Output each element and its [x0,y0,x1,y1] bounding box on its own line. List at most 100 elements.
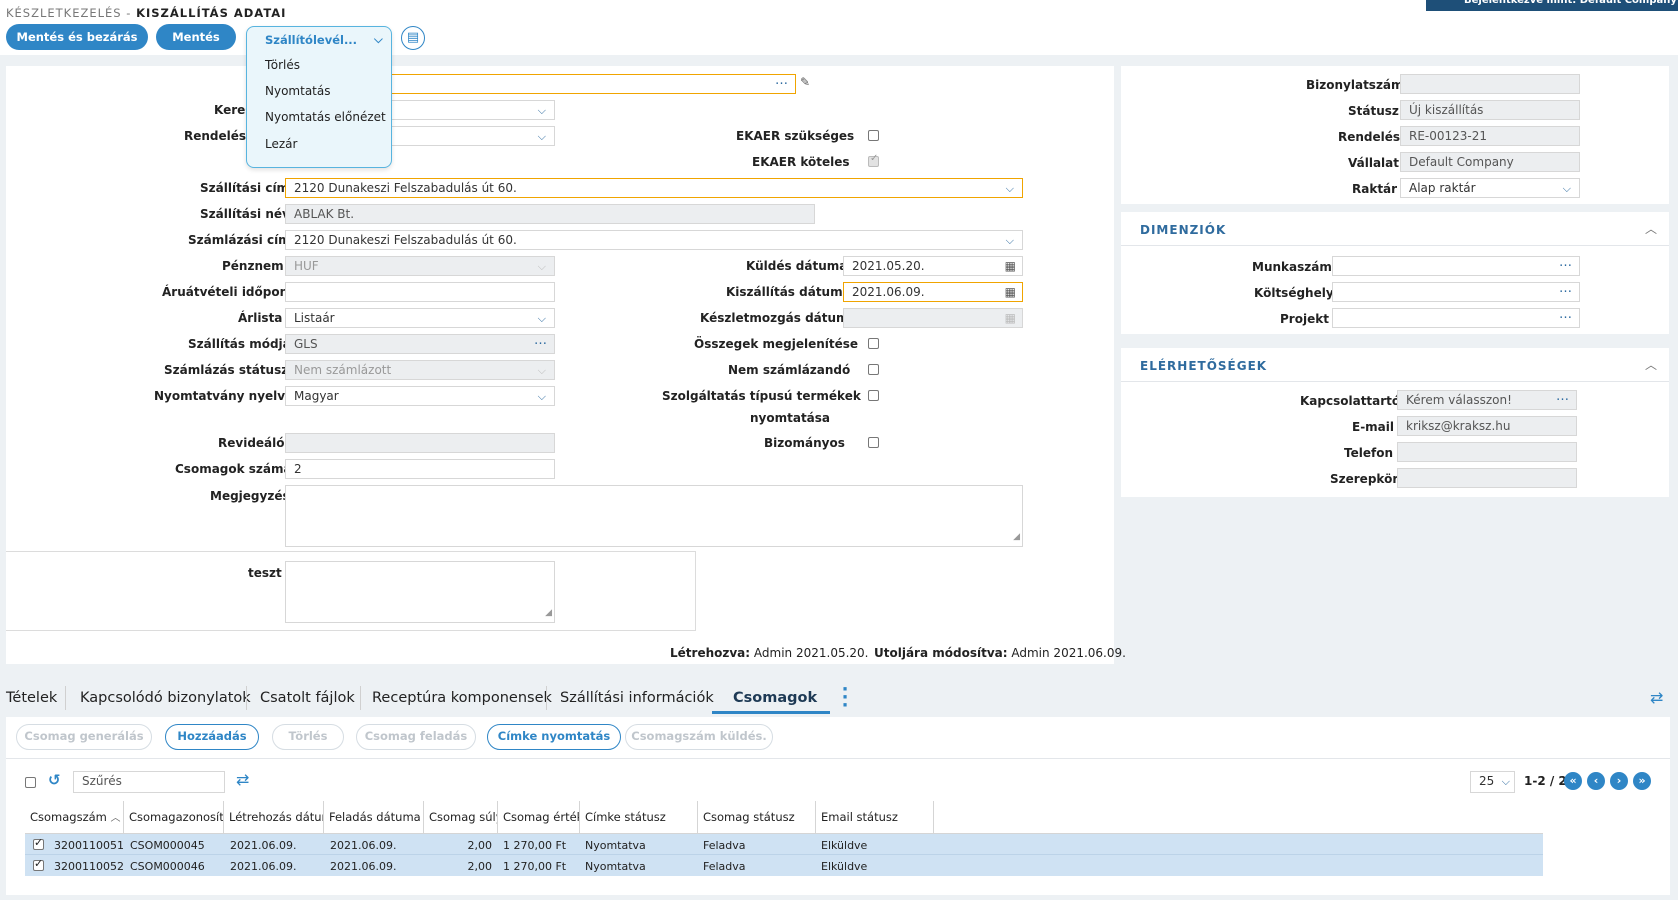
currency-label: Pénznem [222,259,284,273]
swap-icon[interactable]: ⇄ [1650,688,1663,707]
column-header[interactable]: Létrehozás dátuma [224,801,324,833]
send-date-field[interactable]: 2021.05.20. ▦ [843,256,1023,276]
cost-center-field[interactable]: … [1332,282,1580,302]
billing-status-select: Nem számlázott ⌵ [285,360,555,380]
not-billable-checkbox[interactable] [868,364,879,375]
package-id-cell: CSOM000046 [130,860,205,873]
menu-item-close[interactable]: Lezár [265,137,297,151]
more-tabs-icon[interactable]: · · · [840,681,850,715]
chevron-down-icon: ⌵ [537,364,546,377]
role-label: Szerepkör [1330,472,1399,486]
dimensions-header[interactable]: DIMENZIÓK ︿ [1121,212,1669,246]
column-header[interactable]: Címke státusz [580,801,698,833]
select-all-checkbox[interactable] [25,777,36,788]
menu-item-print-preview[interactable]: Nyomtatás előnézet [265,110,386,124]
contacts-header[interactable]: ELÉRHETŐSÉGEK ︿ [1121,348,1669,382]
partner-field[interactable]: … [380,74,796,94]
consignment-checkbox[interactable] [868,437,879,448]
more-icon[interactable]: … [1559,257,1573,272]
note-textarea[interactable]: ◢ [285,485,1023,547]
modified-value: Admin 2021.06.09. [1011,646,1126,660]
order-type-select[interactable]: ⌵ [380,126,555,146]
contact-person-field[interactable]: Kérem válasszon!… [1397,390,1577,410]
chevron-down-icon: ⌵ [537,104,546,117]
more-icon[interactable]: … [1559,283,1573,298]
chevron-down-icon: ⌵ [1005,234,1014,247]
chevron-down-icon: ⌵ [537,390,546,403]
tab-items[interactable]: Tételek [6,690,57,706]
email-status-cell: Elküldve [821,839,868,852]
print-label-button[interactable]: Címke nyomtatás [487,724,621,750]
doc-number-label: Bizonylatszám [1306,78,1404,92]
show-totals-checkbox[interactable] [868,338,879,349]
search-partner-select[interactable]: ⌵ [380,100,555,120]
chevron-up-icon[interactable]: ︿ [1645,220,1657,237]
more-icon[interactable]: … [1556,391,1570,406]
column-header[interactable]: Csomag értéke [498,801,580,833]
sort-asc-icon[interactable]: ︿ [111,813,121,824]
delete-package-button[interactable]: Törlés [272,724,344,750]
filter-input[interactable]: Szűrés [73,771,225,793]
column-header[interactable]: Csomagazonosító [124,801,224,833]
save-and-close-button[interactable]: Mentés és bezárás [6,24,148,50]
project-field[interactable]: … [1332,308,1580,328]
job-number-field[interactable]: … [1332,256,1580,276]
tab-related-documents[interactable]: Kapcsolódó bizonylatok [80,690,251,706]
order-label: Rendelés [1338,130,1401,144]
row-divider [25,854,1543,855]
tab-attachments[interactable]: Csatolt fájlok [260,690,355,706]
prev-page-icon[interactable]: ‹ [1587,772,1605,790]
send-package-button[interactable]: Csomag feladás [356,724,476,750]
pricelist-select[interactable]: Listaár ⌵ [285,308,555,328]
more-icon[interactable]: … [1559,309,1573,324]
column-header[interactable]: Email státusz [816,801,934,833]
doc-number-field [1400,74,1580,94]
page-size-select[interactable]: 25 ⌵ [1470,771,1515,793]
chevron-up-icon[interactable]: ︿ [1645,356,1657,373]
row-checkbox[interactable] [33,836,44,850]
print-language-select[interactable]: Magyar ⌵ [285,386,555,406]
tab-packages[interactable]: Csomagok [733,690,817,706]
package-number-cell: 3200110052 [54,860,124,873]
test-textarea[interactable]: ◢ [285,561,555,623]
active-tab-indicator [712,711,830,714]
column-header[interactable]: Feladás dátuma [324,801,424,833]
column-header[interactable]: Csomag státusz [698,801,816,833]
column-header[interactable]: Csomag súlya [424,801,498,833]
modified-label: Utoljára módosítva: [874,646,1008,660]
tab-recipe-components[interactable]: Receptúra komponensek [372,690,552,706]
calendar-icon[interactable]: ▦ [1005,257,1016,275]
first-page-icon[interactable]: « [1564,772,1582,790]
calendar-icon[interactable]: ▦ [1005,283,1016,301]
delivery-note-menu-toggle[interactable]: Szállítólevél... ⌵ [265,32,383,47]
billing-address-select[interactable]: 2120 Dunakeszi Felszabadulás út 60. ⌵ [285,230,1023,250]
menu-item-delete[interactable]: Törlés [265,58,300,72]
shipping-mode-field[interactable]: GLS… [285,334,555,354]
more-icon[interactable]: … [534,335,548,350]
save-button[interactable]: Mentés [156,24,236,50]
swap-columns-icon[interactable]: ⇄ [236,770,249,789]
clipboard-icon[interactable]: ▤ [401,26,425,50]
refresh-icon[interactable]: ↺ [48,771,61,789]
ship-date-field[interactable]: 2021.06.09. ▦ [843,282,1023,302]
service-print-checkbox[interactable] [868,390,879,401]
tab-shipping-info[interactable]: Szállítási információk [560,690,714,706]
reviewer-field [285,433,555,453]
column-header[interactable]: Csomagszám ︿ [25,801,124,833]
edit-icon[interactable]: ✎ [800,75,810,89]
warehouse-select[interactable]: Alap raktár ⌵ [1400,178,1580,198]
breadcrumb-module[interactable]: KÉSZLETKEZELÉS [6,6,122,20]
last-page-icon[interactable]: » [1633,772,1651,790]
pickup-time-field[interactable] [285,282,555,302]
packages-count-field[interactable]: 2 [285,459,555,479]
menu-item-print[interactable]: Nyomtatás [265,84,330,98]
send-package-number-button[interactable]: Csomagszám küldés. [625,724,773,750]
add-package-button[interactable]: Hozzáadás [165,724,259,750]
ekaer-needed-checkbox[interactable] [868,130,879,141]
generate-package-button[interactable]: Csomag generálás [16,724,152,750]
user-badge[interactable]: Bejelentkezve mint: Default Company [1426,0,1678,11]
service-print-label-2: nyomtatása [750,411,831,425]
next-page-icon[interactable]: › [1610,772,1628,790]
row-checkbox[interactable] [33,857,44,871]
shipping-address-select[interactable]: 2120 Dunakeszi Felszabadulás út 60. ⌵ [285,178,1023,198]
